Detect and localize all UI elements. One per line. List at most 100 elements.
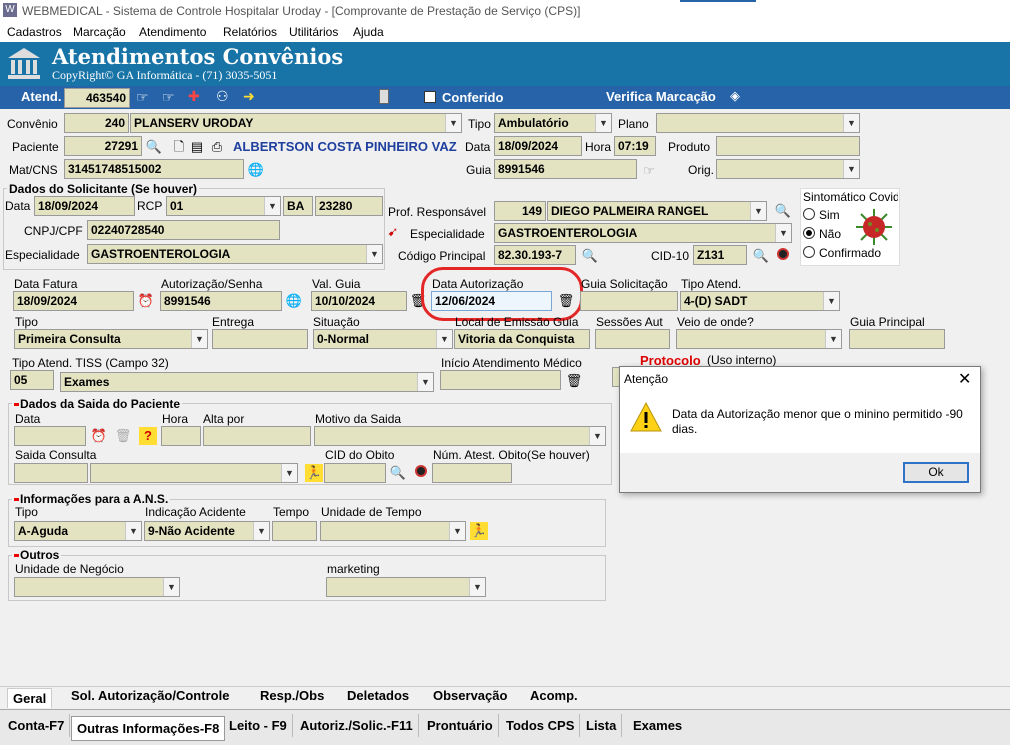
guia-sol-field[interactable] (580, 291, 678, 311)
saida-consulta-select[interactable]: ▼ (90, 463, 298, 483)
conferido-checkbox[interactable] (424, 91, 436, 103)
alarm-clock-icon[interactable]: ⏰ (137, 292, 155, 310)
tipo-consulta-select[interactable]: Primeira Consulta ▼ (14, 329, 208, 349)
val-guia-field[interactable]: 10/10/2024 (311, 291, 407, 311)
tab-resp-obs[interactable]: Resp./Obs (255, 686, 329, 705)
codigo-field[interactable]: 82.30.193-7 (494, 245, 576, 265)
rcp-number-field[interactable]: 23280 (315, 196, 383, 216)
resp-select[interactable]: DIEGO PALMEIRA RANGEL ▼ (547, 201, 767, 221)
close-icon[interactable]: ✕ (958, 369, 971, 389)
binoculars-icon[interactable]: 🔍 (774, 202, 792, 220)
record-icon[interactable] (774, 247, 792, 265)
cid-obito-field[interactable] (324, 463, 386, 483)
uf-field[interactable]: BA (283, 196, 313, 216)
guia-field[interactable]: 8991546 (494, 159, 637, 179)
prof-esp-select[interactable]: GASTROENTEROLOGIA ▼ (494, 223, 792, 243)
binoculars-icon[interactable]: 🔍 (752, 247, 770, 265)
cnpj-field[interactable]: 02240728540 (87, 220, 280, 240)
saida-consulta-code[interactable] (14, 463, 88, 483)
plano-select[interactable]: ▼ (656, 113, 860, 133)
btab-autoriz-solic[interactable]: Autoriz./Solic.-F11 (295, 714, 419, 737)
printer-icon[interactable]: ⎙ (208, 138, 226, 156)
convenio-code-field[interactable]: 240 (64, 113, 129, 133)
menu-cadastros[interactable]: Cadastros (7, 25, 62, 39)
trash-icon[interactable]: 🗑 (114, 427, 132, 445)
tab-deletados[interactable]: Deletados (342, 686, 414, 705)
menu-relatorios[interactable]: Relatórios (223, 25, 277, 39)
exit-icon[interactable]: ➜ (243, 88, 255, 105)
calculator-icon[interactable] (379, 89, 389, 104)
sessoes-field[interactable] (595, 329, 670, 349)
menu-utilitarios[interactable]: Utilitários (289, 25, 338, 39)
btab-exames[interactable]: Exames (628, 714, 687, 737)
saida-hora-field[interactable] (161, 426, 201, 446)
menu-marcacao[interactable]: Marcação (73, 25, 126, 39)
btab-outras-informacoes[interactable]: Outras Informações-F8 (71, 716, 226, 741)
btab-conta[interactable]: Conta-F7 (3, 714, 71, 737)
tiss-select[interactable]: Exames ▼ (60, 372, 434, 392)
run-icon[interactable]: 🏃 (470, 522, 488, 540)
orig-select[interactable]: ▼ (716, 159, 860, 179)
matcns-field[interactable]: 31451748515002 (64, 159, 244, 179)
verifica-marcacao-label[interactable]: Verifica Marcação (606, 89, 716, 104)
tab-observacao[interactable]: Observação (428, 686, 512, 705)
btab-leito[interactable]: Leito - F9 (224, 714, 293, 737)
confirmado-radio[interactable] (803, 246, 815, 258)
alarm-clock-icon[interactable]: ⏰ (90, 427, 108, 445)
situacao-select[interactable]: 0-Normal ▼ (313, 329, 453, 349)
btab-lista[interactable]: Lista (581, 714, 623, 737)
guia-principal-field[interactable] (849, 329, 945, 349)
tempo-field[interactable] (272, 521, 317, 541)
tab-sol-autorizacao[interactable]: Sol. Autorização/Controle (66, 686, 234, 705)
veio-select[interactable]: ▼ (676, 329, 842, 349)
document-icon[interactable]: 🗋 (170, 138, 188, 156)
unidade-tempo-select[interactable]: ▼ (320, 521, 466, 541)
paciente-code-field[interactable]: 27291 (64, 136, 142, 156)
menu-atendimento[interactable]: Atendimento (139, 25, 206, 39)
hora-field[interactable]: 07:19 (614, 136, 656, 156)
binoculars-icon[interactable]: 🔍 (145, 138, 163, 156)
run-icon[interactable]: 🏃 (305, 464, 323, 482)
hand-pointer-icon-2[interactable]: ☞ (162, 89, 175, 106)
autorizacao-field[interactable]: 8991546 (160, 291, 282, 311)
btab-prontuario[interactable]: Prontuário (422, 714, 499, 737)
nao-radio[interactable] (803, 227, 815, 239)
globe-icon[interactable]: 🌐 (285, 292, 303, 310)
motivo-select[interactable]: ▼ (314, 426, 606, 446)
cid-field[interactable]: Z131 (693, 245, 747, 265)
num-atest-field[interactable] (432, 463, 512, 483)
tab-geral[interactable]: Geral (7, 688, 53, 708)
marketing-select[interactable]: ▼ (326, 577, 486, 597)
tab-acomp[interactable]: Acomp. (525, 686, 583, 705)
trash-icon[interactable]: 🗑 (565, 372, 583, 390)
binoculars-icon[interactable]: 🔍 (581, 247, 599, 265)
convenio-select[interactable]: PLANSERV URODAY ▼ (130, 113, 462, 133)
atend-field[interactable]: 463540 (64, 88, 130, 108)
alta-field[interactable] (203, 426, 311, 446)
add-icon[interactable]: ✚ (188, 88, 200, 105)
tiss-code-field[interactable]: 05 (10, 370, 54, 390)
menu-ajuda[interactable]: Ajuda (353, 25, 384, 39)
diamond-icon[interactable]: ◈ (730, 88, 740, 104)
ans-tipo-select[interactable]: A-Aguda ▼ (14, 521, 142, 541)
inicio-field[interactable] (440, 370, 561, 390)
btab-todos-cps[interactable]: Todos CPS (501, 714, 581, 737)
local-field[interactable]: Vitoria da Conquista (454, 329, 590, 349)
rcp-select[interactable]: 01 ▼ (166, 196, 281, 216)
sim-radio[interactable] (803, 208, 815, 220)
sol-esp-select[interactable]: GASTROENTEROLOGIA ▼ (87, 244, 383, 264)
hand-pointer-icon[interactable]: ☞ (640, 162, 658, 180)
ok-button[interactable]: Ok (903, 462, 969, 483)
data-field[interactable]: 18/09/2024 (494, 136, 582, 156)
card-icon[interactable]: ▤ (188, 138, 206, 156)
tipo-select[interactable]: Ambulatório ▼ (494, 113, 612, 133)
acidente-select[interactable]: 9-Não Acidente ▼ (144, 521, 270, 541)
globe-icon[interactable]: 🌐 (247, 161, 265, 179)
sol-data-field[interactable]: 18/09/2024 (34, 196, 135, 216)
record-icon[interactable] (412, 464, 430, 482)
entrega-field[interactable] (212, 329, 308, 349)
produto-field[interactable] (716, 136, 860, 156)
tipo-atend-select[interactable]: 4-(D) SADT ▼ (680, 291, 840, 311)
data-fatura-field[interactable]: 18/09/2024 (13, 291, 134, 311)
saida-data-field[interactable] (14, 426, 86, 446)
